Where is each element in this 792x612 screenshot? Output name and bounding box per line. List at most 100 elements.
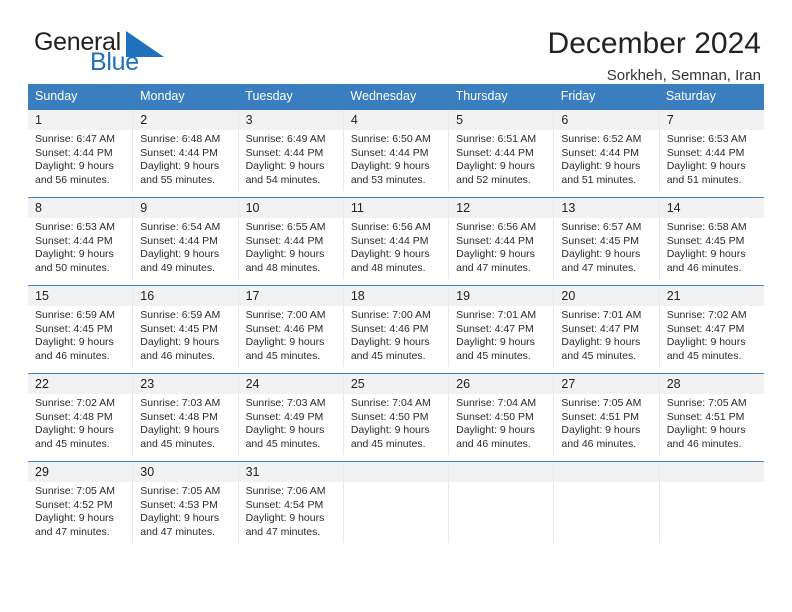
day-details: Sunrise: 7:04 AM Sunset: 4:50 PM Daylight:…: [449, 394, 553, 451]
day-cell[interactable]: 23 Sunrise: 7:03 AM Sunset: 4:48 PM Dayligh…: [133, 374, 239, 455]
day-cell[interactable]: 5 Sunrise: 6:51 AM Sunset: 4:44 PM Daylight…: [449, 110, 555, 191]
day-cell[interactable]: 3 Sunrise: 6:49 AM Sunset: 4:44 PM Daylight…: [238, 110, 344, 191]
day-cell[interactable]: 13 Sunrise: 6:57 AM Sunset: 4:45 PM Dayligh…: [554, 198, 660, 279]
daylight-text-line2: and 46 minutes.: [666, 261, 742, 274]
day-cell[interactable]: 12 Sunrise: 6:56 AM Sunset: 4:44 PM Dayligh…: [449, 198, 555, 279]
calendar-grid: Sunday Monday Tuesday Wednesday Thursday Frid…: [28, 84, 764, 543]
day-cell-empty: [659, 462, 764, 543]
weekday-header-saturday: Saturday: [665, 89, 716, 103]
day-cell[interactable]: 30 Sunrise: 7:05 AM Sunset: 4:53 PM Dayligh…: [133, 462, 239, 543]
day-cell[interactable]: 11 Sunrise: 6:56 AM Sunset: 4:44 PM Dayligh…: [343, 198, 450, 279]
day-number: 26: [449, 374, 554, 394]
daylight-text-line2: and 45 minutes.: [456, 349, 531, 362]
day-cell[interactable]: 16 Sunrise: 6:59 AM Sunset: 4:45 PM Dayligh…: [133, 286, 239, 367]
daylight-text-line2: and 45 minutes.: [245, 437, 321, 450]
day-cell[interactable]: 21 Sunrise: 7:02 AM Sunset: 4:47 PM Dayligh…: [659, 286, 764, 367]
weekday-header-thursday: Thursday: [455, 89, 508, 103]
day-cell[interactable]: 17 Sunrise: 7:00 AM Sunset: 4:46 PM Dayligh…: [238, 286, 344, 367]
day-cell[interactable]: 15 Sunrise: 6:59 AM Sunset: 4:45 PM Dayligh…: [28, 286, 134, 367]
day-number: 3: [238, 110, 343, 130]
day-cell[interactable]: 31 Sunrise: 7:06 AM Sunset: 4:54 PM Dayligh…: [238, 462, 344, 543]
daylight-text-line1: Daylight: 9 hours: [35, 424, 114, 437]
sunset-text: Sunset: 4:44 PM: [666, 146, 745, 159]
day-cell[interactable]: 10 Sunrise: 6:55 AM Sunset: 4:44 PM Dayligh…: [238, 198, 344, 279]
daylight-text-line2: and 45 minutes.: [245, 349, 321, 362]
generalblue-logo[interactable]: General Blue: [28, 26, 188, 82]
page-title: December 2024: [547, 27, 761, 60]
daylight-text-line1: Daylight: 9 hours: [350, 160, 430, 173]
daylight-text-line2: and 54 minutes.: [245, 173, 321, 186]
day-number: 30: [133, 462, 238, 482]
day-details: Sunrise: 6:55 AM Sunset: 4:44 PM Daylight:…: [239, 218, 343, 275]
sunset-text: Sunset: 4:46 PM: [350, 322, 429, 335]
day-details: Sunrise: 7:05 AM Sunset: 4:51 PM Daylight:…: [554, 394, 658, 451]
sunrise-text: Sunrise: 6:57 AM: [561, 221, 642, 233]
weekday-header-sunday: Sunday: [35, 89, 78, 103]
day-cell[interactable]: 8 Sunrise: 6:53 AM Sunset: 4:44 PM Daylight…: [28, 198, 134, 279]
sunrise-text: Sunrise: 7:01 AM: [561, 309, 642, 321]
weekday-header-friday: Friday: [560, 89, 596, 103]
sunrise-text: Sunrise: 7:02 AM: [666, 309, 747, 321]
day-details: Sunrise: 7:03 AM Sunset: 4:49 PM Daylight:…: [239, 394, 343, 451]
day-cell[interactable]: 26 Sunrise: 7:04 AM Sunset: 4:50 PM Dayligh…: [449, 374, 555, 455]
day-cell[interactable]: 14 Sunrise: 6:58 AM Sunset: 4:45 PM Dayligh…: [659, 198, 764, 279]
sunset-text: Sunset: 4:46 PM: [245, 322, 324, 335]
day-cell[interactable]: 1 Sunrise: 6:47 AM Sunset: 4:44 PM Daylight…: [28, 110, 134, 191]
day-number: 4: [343, 110, 449, 130]
calendar-page: General Blue December 2024 Sorkheh, Semn…: [0, 0, 792, 612]
day-cell[interactable]: 4 Sunrise: 6:50 AM Sunset: 4:44 PM Daylight…: [343, 110, 450, 191]
day-details: [554, 482, 658, 485]
day-cell[interactable]: 20 Sunrise: 7:01 AM Sunset: 4:47 PM Dayligh…: [554, 286, 660, 367]
day-details: Sunrise: 7:02 AM Sunset: 4:48 PM Daylight:…: [28, 394, 132, 451]
daylight-text-line2: and 47 minutes.: [140, 525, 215, 538]
day-number: 9: [133, 198, 238, 218]
day-number: 15: [28, 286, 133, 306]
daylight-text-line2: and 47 minutes.: [35, 525, 110, 538]
sunset-text: Sunset: 4:48 PM: [140, 410, 218, 423]
sunset-text: Sunset: 4:49 PM: [245, 410, 324, 423]
sunset-text: Sunset: 4:44 PM: [350, 234, 429, 247]
day-number: [554, 462, 659, 482]
weekday-header-tuesday: Tuesday: [245, 89, 293, 103]
daylight-text-line2: and 53 minutes.: [350, 173, 426, 186]
day-cell[interactable]: 18 Sunrise: 7:00 AM Sunset: 4:46 PM Dayligh…: [343, 286, 450, 367]
day-cell[interactable]: 9 Sunrise: 6:54 AM Sunset: 4:44 PM Daylight…: [133, 198, 239, 279]
sunset-text: Sunset: 4:45 PM: [35, 322, 113, 335]
day-cell[interactable]: 19 Sunrise: 7:01 AM Sunset: 4:47 PM Dayligh…: [449, 286, 555, 367]
sunset-text: Sunset: 4:44 PM: [140, 146, 218, 159]
day-cell-empty: [554, 462, 660, 543]
sunset-text: Sunset: 4:50 PM: [350, 410, 429, 423]
title-block: December 2024 Sorkheh, Semnan, Iran: [548, 26, 764, 87]
day-number: 13: [554, 198, 659, 218]
day-cell[interactable]: 28 Sunrise: 7:05 AM Sunset: 4:51 PM Dayligh…: [659, 374, 764, 455]
day-details: Sunrise: 7:00 AM Sunset: 4:46 PM Daylight:…: [344, 306, 448, 363]
day-details: Sunrise: 7:05 AM Sunset: 4:51 PM Daylight:…: [660, 394, 764, 451]
day-cell[interactable]: 24 Sunrise: 7:03 AM Sunset: 4:49 PM Dayligh…: [238, 374, 344, 455]
day-number: 29: [28, 462, 133, 482]
sunrise-text: Sunrise: 6:49 AM: [245, 133, 326, 145]
sunset-text: Sunset: 4:51 PM: [561, 410, 640, 423]
sunset-text: Sunset: 4:44 PM: [456, 234, 534, 247]
sunset-text: Sunset: 4:51 PM: [666, 410, 745, 423]
day-cell[interactable]: 7 Sunrise: 6:53 AM Sunset: 4:44 PM Daylight…: [659, 110, 764, 191]
daylight-text-line2: and 50 minutes.: [35, 261, 110, 274]
day-details: Sunrise: 6:54 AM Sunset: 4:44 PM Daylight:…: [133, 218, 237, 275]
day-cell[interactable]: 27 Sunrise: 7:05 AM Sunset: 4:51 PM Dayligh…: [554, 374, 660, 455]
day-number: 16: [133, 286, 238, 306]
sunset-text: Sunset: 4:53 PM: [140, 498, 218, 511]
day-number: [659, 462, 764, 482]
day-cell[interactable]: 25 Sunrise: 7:04 AM Sunset: 4:50 PM Dayligh…: [343, 374, 450, 455]
day-cell[interactable]: 29 Sunrise: 7:05 AM Sunset: 4:52 PM Dayligh…: [28, 462, 134, 543]
sunset-text: Sunset: 4:45 PM: [561, 234, 640, 247]
sunrise-text: Sunrise: 6:52 AM: [561, 133, 642, 145]
day-details: [449, 482, 553, 485]
day-details: [344, 482, 448, 485]
daylight-text-line1: Daylight: 9 hours: [140, 248, 220, 261]
daylight-text-line1: Daylight: 9 hours: [561, 336, 641, 349]
day-cell[interactable]: 6 Sunrise: 6:52 AM Sunset: 4:44 PM Daylight…: [554, 110, 660, 191]
sunrise-text: Sunrise: 7:03 AM: [140, 397, 221, 409]
daylight-text-line1: Daylight: 9 hours: [561, 424, 641, 437]
day-cell[interactable]: 22 Sunrise: 7:02 AM Sunset: 4:48 PM Dayligh…: [28, 374, 134, 455]
day-cell[interactable]: 2 Sunrise: 6:48 AM Sunset: 4:44 PM Daylight…: [133, 110, 239, 191]
daylight-text-line1: Daylight: 9 hours: [245, 248, 325, 261]
